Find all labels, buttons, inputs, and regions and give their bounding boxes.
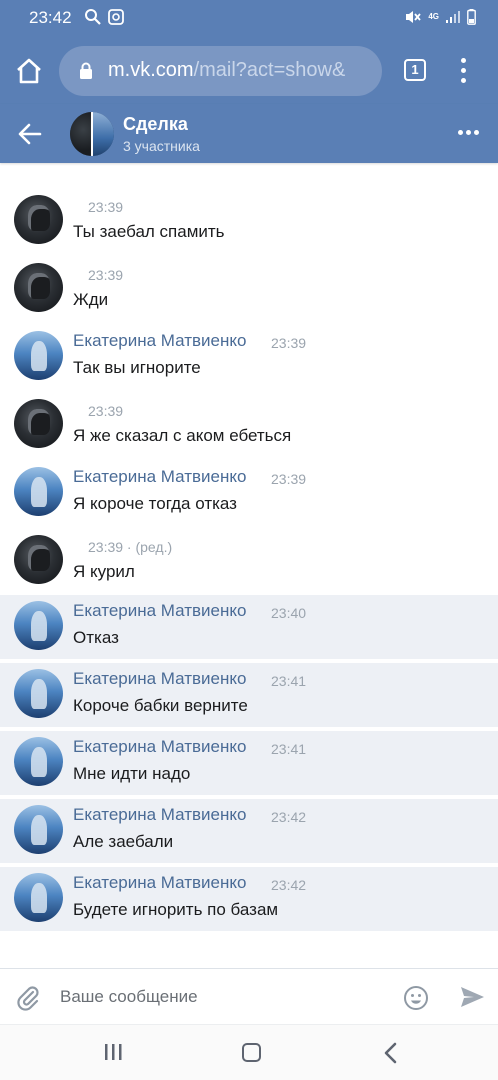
- message-text: Я курил: [73, 562, 135, 581]
- message-time: 23:40: [271, 605, 307, 621]
- message-time: 23:39: [271, 471, 307, 487]
- message-author[interactable]: Екатерина Матвиенко: [73, 873, 246, 893]
- back-arrow-icon[interactable]: [17, 121, 43, 147]
- message-time: 23:39: [88, 267, 124, 283]
- message-text: Я короче тогда отказ: [73, 494, 237, 513]
- avatar[interactable]: [14, 873, 63, 922]
- message-item: 23:39 Жди: [0, 257, 498, 321]
- message-composer: [0, 968, 498, 1024]
- message-author[interactable]: Екатерина Матвиенко: [73, 467, 246, 487]
- signal-icon: [446, 11, 460, 23]
- network-type-label: 4G: [428, 12, 439, 21]
- home-icon[interactable]: [14, 56, 44, 86]
- message-item-unread: Екатерина Матвиенко 23:42 Але заебали: [0, 799, 498, 863]
- message-text: Короче бабки верните: [73, 696, 248, 715]
- url-host: m.vk.com: [108, 59, 194, 81]
- battery-icon: [467, 9, 476, 25]
- message-text: Я же сказал с аком ебеться: [73, 426, 292, 445]
- message-text: Будете игнорить по базам: [73, 900, 279, 919]
- message-item: 23:39 Я же сказал с аком ебеться: [0, 393, 498, 457]
- browser-toolbar: m.vk.com/mail?act=show& 1: [0, 36, 498, 104]
- message-item-unread: Екатерина Матвиенко 23:42 Будете игнорит…: [0, 867, 498, 931]
- message-author[interactable]: Екатерина Матвиенко: [73, 669, 246, 689]
- message-text: Але заебали: [73, 832, 174, 851]
- avatar[interactable]: [14, 805, 63, 854]
- paperclip-icon[interactable]: [14, 983, 42, 1011]
- message-author[interactable]: Екатерина Матвиенко: [73, 805, 246, 825]
- status-bar: 23:42 4G: [0, 0, 498, 36]
- status-time: 23:42: [29, 8, 72, 27]
- message-time: 23:39 · (ред.): [88, 539, 173, 555]
- message-item: Екатерина Матвиенко 23:39 Так вы игнорит…: [0, 325, 498, 389]
- tab-switcher-button[interactable]: 1: [404, 59, 426, 81]
- message-time: 23:39: [88, 199, 124, 215]
- message-time: 23:42: [271, 877, 307, 893]
- search-icon: [85, 9, 101, 25]
- url-text: m.vk.com/mail?act=show&: [108, 59, 345, 82]
- message-item: 23:39 Ты заебал спамить: [0, 189, 498, 253]
- chat-participants[interactable]: 3 участника: [123, 138, 200, 154]
- message-author[interactable]: Екатерина Матвиенко: [73, 737, 246, 757]
- message-list[interactable]: 23:39 Ты заебал спамить 23:39 Жди Екатер…: [0, 163, 498, 968]
- send-arrow-icon[interactable]: [459, 984, 485, 1010]
- message-time: 23:42: [271, 809, 307, 825]
- message-item-unread: Екатерина Матвиенко 23:40 Отказ: [0, 595, 498, 659]
- message-item-clipped: [0, 163, 498, 172]
- message-time: 23:41: [271, 673, 307, 689]
- message-text: Жди: [73, 290, 109, 309]
- message-time: 23:39: [271, 335, 307, 351]
- address-bar[interactable]: m.vk.com/mail?act=show&: [59, 46, 382, 96]
- message-time: 23:39: [88, 403, 124, 419]
- message-item: Екатерина Матвиенко 23:39 Я короче тогда…: [0, 461, 498, 525]
- url-path: /mail?act=show&: [193, 59, 346, 81]
- system-nav-bar: [0, 1024, 498, 1080]
- lock-icon: [80, 62, 92, 79]
- browser-notification-icon: [108, 9, 124, 25]
- message-time: 23:41: [271, 741, 307, 757]
- avatar[interactable]: [14, 669, 63, 718]
- message-text: Так вы игнорите: [73, 358, 201, 377]
- home-nav-icon[interactable]: [242, 1043, 261, 1062]
- avatar[interactable]: [14, 737, 63, 786]
- avatar[interactable]: [14, 467, 63, 516]
- avatar[interactable]: [14, 331, 63, 380]
- more-options-icon[interactable]: [458, 130, 480, 138]
- chat-avatar[interactable]: [70, 112, 114, 156]
- avatar[interactable]: [14, 535, 63, 584]
- message-item: 23:39 · (ред.) Я курил: [0, 529, 498, 593]
- message-text: Мне идти надо: [73, 764, 191, 783]
- message-author[interactable]: Екатерина Матвиенко: [73, 601, 246, 621]
- avatar[interactable]: [14, 399, 63, 448]
- smiley-icon[interactable]: [403, 985, 429, 1011]
- avatar[interactable]: [14, 601, 63, 650]
- recent-apps-icon[interactable]: [103, 1043, 123, 1061]
- avatar[interactable]: [14, 195, 63, 244]
- mute-icon: [406, 11, 422, 23]
- back-nav-icon[interactable]: [381, 1042, 401, 1064]
- message-text: Ты заебал спамить: [73, 222, 225, 241]
- browser-menu-icon[interactable]: [456, 56, 472, 86]
- message-input[interactable]: [60, 981, 390, 1013]
- avatar[interactable]: [14, 263, 63, 312]
- chat-title[interactable]: Сделка: [123, 114, 188, 135]
- message-author[interactable]: Екатерина Матвиенко: [73, 331, 246, 351]
- chat-header: Сделка 3 участника: [0, 104, 498, 163]
- message-item-unread: Екатерина Матвиенко 23:41 Короче бабки в…: [0, 663, 498, 727]
- message-item-unread: Екатерина Матвиенко 23:41 Мне идти надо: [0, 731, 498, 795]
- message-text: Отказ: [73, 628, 119, 647]
